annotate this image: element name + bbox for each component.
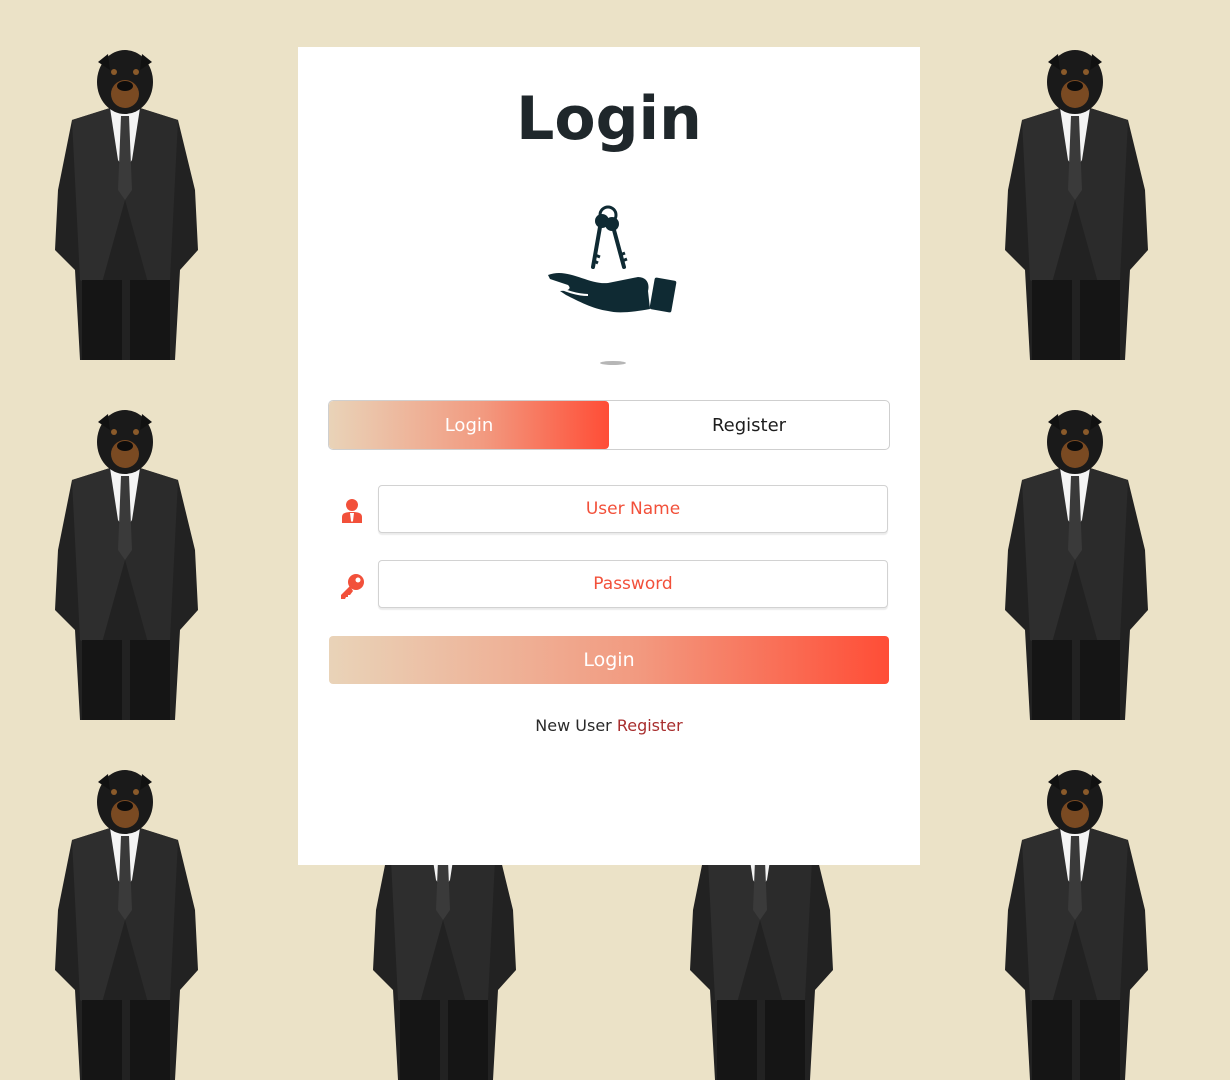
background-dog-image bbox=[50, 410, 200, 720]
user-icon bbox=[338, 497, 366, 525]
logo-shadow bbox=[600, 361, 626, 365]
login-submit-button[interactable]: Login bbox=[329, 636, 889, 684]
auth-tabs: Login Register bbox=[328, 400, 890, 450]
background-dog-image bbox=[50, 770, 200, 1080]
username-row bbox=[328, 485, 890, 535]
register-link[interactable]: Register bbox=[617, 716, 683, 735]
background-dog-image bbox=[1000, 770, 1150, 1080]
tab-login[interactable]: Login bbox=[329, 401, 609, 449]
background-dog-image bbox=[50, 50, 200, 360]
login-card: Login Login Register User Name Login New… bbox=[298, 47, 920, 865]
key-icon bbox=[338, 572, 366, 600]
username-input[interactable] bbox=[378, 485, 888, 533]
tab-register[interactable]: Register bbox=[609, 401, 889, 449]
background-dog-image bbox=[1000, 50, 1150, 360]
password-row bbox=[328, 560, 890, 610]
new-user-text: New User bbox=[535, 716, 612, 735]
hand-with-keys-icon bbox=[538, 197, 678, 317]
page-title: Login bbox=[516, 84, 702, 154]
register-prompt: New User Register bbox=[298, 716, 920, 735]
password-input[interactable] bbox=[378, 560, 888, 608]
background-dog-image bbox=[1000, 410, 1150, 720]
